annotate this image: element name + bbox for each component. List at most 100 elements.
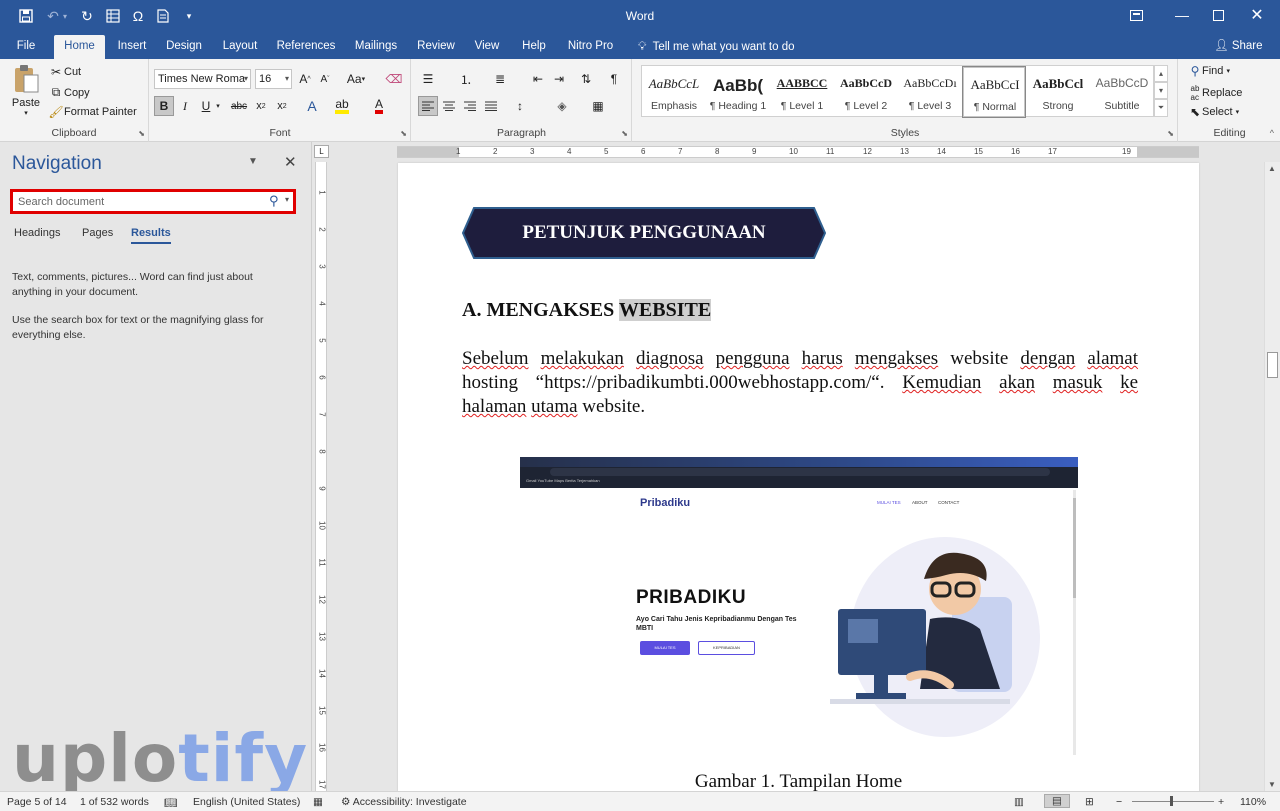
cut-button[interactable]: ✂ Cut (48, 65, 81, 79)
tab-selector[interactable]: L (314, 145, 329, 158)
style-level-2[interactable]: AaBbCcD ¶ Level 2 (834, 66, 898, 118)
magnifying-glass-icon[interactable]: ⚲ (269, 193, 279, 209)
accessibility-checker[interactable]: ⚙︎ Accessibility: Investigate (341, 796, 467, 808)
style-level-1[interactable]: AABBCC ¶ Level 1 (770, 66, 834, 118)
language-indicator[interactable]: English (United States) (193, 796, 300, 808)
dialog-launcher-icon[interactable]: ⬊ (621, 129, 628, 138)
tab-mailings[interactable]: Mailings (349, 33, 403, 59)
increase-indent-icon[interactable]: ⇥ (549, 69, 569, 89)
gallery-more-icon[interactable]: ⏷ (1154, 99, 1168, 117)
tab-home[interactable]: Home (54, 35, 105, 59)
style-heading-1[interactable]: AaBb( ¶ Heading 1 (706, 66, 770, 118)
justify-icon[interactable] (481, 96, 501, 116)
zoom-in-icon[interactable]: + (1218, 796, 1224, 808)
multilevel-list-icon[interactable]: ≣ (490, 69, 510, 89)
copy-button[interactable]: ⧉ Copy (48, 85, 90, 100)
close-icon[interactable]: ✕ (284, 153, 297, 171)
website-screenshot-image[interactable]: Gmail YouTube Maps Berita Terjemahkan Pr… (520, 457, 1078, 757)
vertical-ruler[interactable]: 1 2 3 4 5 6 7 8 9 10 11 12 13 14 15 16 17 (315, 162, 327, 791)
style-normal[interactable]: AaBbCcI ¶ Normal (962, 66, 1026, 118)
close-window-icon[interactable]: ✕ (1234, 0, 1280, 30)
grow-font-icon[interactable]: A ^ (295, 69, 315, 89)
dialog-launcher-icon[interactable]: ⬊ (138, 129, 145, 138)
tab-references[interactable]: References (274, 33, 338, 59)
italic-button[interactable]: I (175, 96, 195, 116)
style-level-3[interactable]: AaBbCcDı ¶ Level 3 (898, 66, 962, 118)
scroll-up-icon[interactable]: ▲ (1268, 164, 1276, 173)
tab-design[interactable]: Design (161, 33, 207, 59)
style-strong[interactable]: AaBbCcl Strong (1026, 66, 1090, 118)
document-page[interactable]: PETUNJUK PENGGUNAAN A. MENGAKSES WEBSITE… (398, 163, 1199, 791)
word-count[interactable]: 1 of 532 words (80, 796, 149, 808)
dialog-launcher-icon[interactable]: ⬊ (1167, 129, 1174, 138)
subscript-button[interactable]: x2 (251, 96, 271, 116)
paste-dropdown-icon[interactable]: ▾ (24, 109, 28, 117)
tab-insert[interactable]: Insert (110, 33, 154, 59)
zoom-slider[interactable] (1132, 796, 1214, 806)
shading-icon[interactable]: ◈ (552, 96, 572, 116)
paste-button[interactable]: Paste ▾ (10, 64, 42, 117)
web-layout-icon[interactable]: ⊞ (1085, 796, 1094, 808)
collapse-ribbon-icon[interactable]: ^ (1270, 128, 1274, 138)
gallery-up-icon[interactable]: ▴ (1154, 65, 1168, 82)
sort-icon[interactable]: ⇅ (576, 69, 596, 89)
search-input[interactable] (18, 194, 266, 210)
scrollbar-thumb[interactable] (1267, 352, 1278, 378)
tab-headings[interactable]: Headings (14, 227, 60, 239)
pilcrow-icon[interactable]: ¶ (604, 69, 624, 89)
superscript-button[interactable]: x2 (272, 96, 292, 116)
gallery-down-icon[interactable]: ▾ (1154, 82, 1168, 99)
style-emphasis[interactable]: AaBbCcL Emphasis (642, 66, 706, 118)
shrink-font-icon[interactable]: Aˇ (315, 69, 335, 89)
change-case-button[interactable]: Aa ▾ (342, 69, 370, 89)
dialog-launcher-icon[interactable]: ⬊ (400, 129, 407, 138)
tab-results[interactable]: Results (131, 227, 171, 244)
clear-formatting-icon[interactable]: ⌫ (384, 69, 404, 89)
tab-review[interactable]: Review (413, 33, 459, 59)
share-button[interactable]: 👤︎ Share (1214, 33, 1263, 59)
ribbon-display-icon[interactable] (1113, 0, 1159, 30)
print-layout-icon[interactable]: ▤ (1044, 794, 1070, 808)
underline-dropdown-icon[interactable]: ▾ (213, 96, 223, 116)
zoom-out-icon[interactable]: − (1116, 796, 1122, 808)
horizontal-ruler[interactable]: 1 2 3 4 5 6 7 8 9 10 11 12 13 14 15 16 17 19 (397, 146, 1199, 158)
macro-recording-icon[interactable]: ▦ (313, 796, 323, 808)
align-center-icon[interactable] (439, 96, 459, 116)
font-size-combo[interactable]: 16 ▾ (255, 69, 292, 89)
text-effects-icon[interactable]: A (302, 96, 322, 116)
bold-button[interactable]: B (154, 96, 174, 116)
font-color-icon[interactable]: A (369, 96, 389, 116)
tab-pages[interactable]: Pages (82, 227, 113, 239)
read-mode-icon[interactable]: ▥ (1014, 796, 1024, 808)
numbering-icon[interactable]: ⒈ (456, 69, 476, 89)
strikethrough-button[interactable]: abc (229, 96, 249, 116)
highlight-color-icon[interactable]: ab (332, 96, 352, 116)
tab-view[interactable]: View (469, 33, 505, 59)
page-counter[interactable]: Page 5 of 14 (7, 796, 67, 808)
replace-button[interactable]: ab ac Replace (1188, 84, 1243, 102)
decrease-indent-icon[interactable]: ⇤ (528, 69, 548, 89)
select-button[interactable]: ⬉ Select ▾ (1188, 105, 1239, 119)
tab-nitro-pro[interactable]: Nitro Pro (563, 33, 618, 59)
tab-help[interactable]: Help (515, 33, 553, 59)
align-right-icon[interactable] (460, 96, 480, 116)
zoom-level[interactable]: 110% (1240, 796, 1266, 808)
zoom-slider-thumb[interactable] (1170, 796, 1173, 806)
tell-me-box[interactable]: 💡︎ Tell me what you want to do (638, 33, 795, 59)
font-name-combo[interactable]: Times New Roma ▾ (154, 69, 251, 89)
search-box[interactable]: ⚲ ▾ (10, 189, 296, 214)
search-options-icon[interactable]: ▾ (285, 195, 289, 204)
bullets-icon[interactable]: ☰ (418, 69, 438, 89)
vertical-scrollbar[interactable]: ▲ ▼ (1264, 162, 1280, 791)
line-spacing-icon[interactable]: ↕ (510, 96, 530, 116)
align-left-icon[interactable] (418, 96, 438, 116)
find-button[interactable]: ⚲ Find ▾ (1188, 64, 1230, 78)
tab-file[interactable]: File (8, 33, 44, 59)
borders-icon[interactable]: ▦ (588, 96, 608, 116)
format-painter-button[interactable]: 🖌︎ Format Painter (48, 105, 136, 119)
proofing-icon[interactable]: 📖︎ (164, 796, 177, 809)
tab-layout[interactable]: Layout (217, 33, 263, 59)
pane-options-icon[interactable]: ▼ (248, 156, 258, 167)
style-subtitle[interactable]: AaBbCcD Subtitle (1090, 66, 1154, 118)
scroll-down-icon[interactable]: ▼ (1268, 780, 1276, 789)
